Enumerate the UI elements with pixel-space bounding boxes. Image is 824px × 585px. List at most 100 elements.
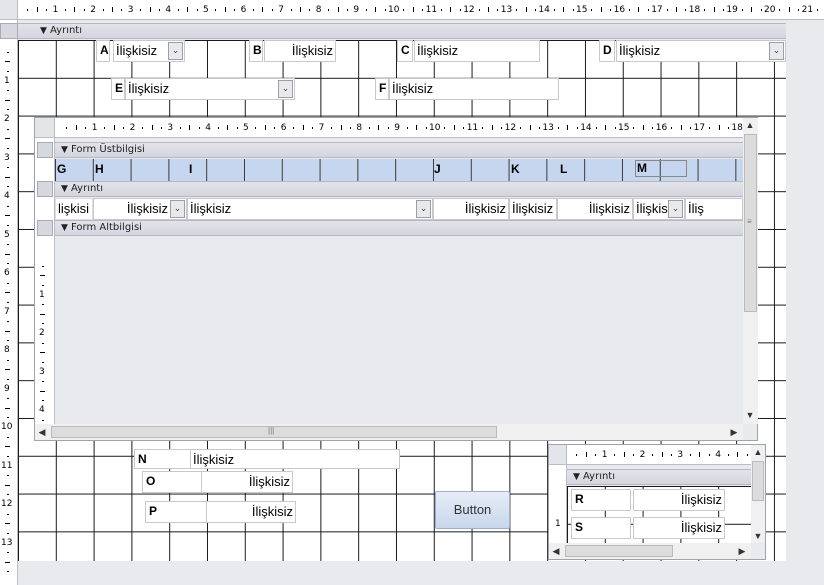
subform2-detail-band[interactable]: ▼ Ayrıntı <box>567 469 751 485</box>
label-e[interactable]: E <box>111 78 125 100</box>
ruler-tick <box>300 7 301 12</box>
ruler-tick <box>7 417 9 419</box>
subform-vertical-scrollbar[interactable]: ▲ ≡ ▼ <box>743 118 758 424</box>
header-selector[interactable] <box>37 142 53 158</box>
dropdown-arrow-icon[interactable]: ⌄ <box>170 200 185 218</box>
label-c[interactable]: C <box>397 40 413 62</box>
dropdown-arrow-icon[interactable]: ⌄ <box>278 80 293 98</box>
subform2-vertical-ruler[interactable]: 1 <box>549 465 567 543</box>
button[interactable]: Button <box>435 491 510 529</box>
dropdown-arrow-icon[interactable]: ⌄ <box>416 200 431 218</box>
form-footer-band[interactable]: ▼ Form Altbilgisi <box>55 220 743 236</box>
subform2-horizontal-ruler[interactable]: 1 2 3 4 <box>567 445 751 465</box>
section-collapse-icon: ▼ <box>61 223 68 233</box>
label-f[interactable]: F <box>375 78 389 100</box>
vertical-ruler[interactable]: 1 2 3 4 5 6 7 8 9 10 11 12 13 <box>0 20 18 585</box>
detail-field-6[interactable]: İlişkisiz <box>557 198 633 220</box>
detail-field-8[interactable]: İliş <box>685 198 743 220</box>
detail-combo-2[interactable]: İlişkisiz ⌄ <box>93 198 187 220</box>
combo-d[interactable]: İlişkisiz ⌄ <box>616 40 786 62</box>
detail-field-1[interactable]: lişkisi <box>55 198 93 220</box>
subform2-horizontal-scrollbar[interactable]: ◀ ▶ <box>549 543 751 559</box>
ruler-tick <box>189 125 191 130</box>
header-col-l[interactable]: L <box>560 162 567 176</box>
header-col-i[interactable]: I <box>189 162 192 176</box>
label-d[interactable]: D <box>599 40 615 62</box>
subform-detail-label: Ayrıntı <box>71 183 104 194</box>
ruler-tick <box>384 9 386 11</box>
subform-control[interactable]: 1 2 3 4 5 6 7 8 9 10 11 12 13 14 15 16 17 18 1234 ▼ Form Ü… <box>34 117 758 441</box>
vertical-scroll-thumb[interactable]: ≡ <box>744 134 757 312</box>
label-n[interactable]: N <box>134 449 192 469</box>
ruler-tick <box>340 125 342 130</box>
ruler-number: 18 <box>731 123 743 133</box>
ruler-number: 16 <box>655 123 668 133</box>
horizontal-ruler[interactable]: 1 2 3 4 5 6 7 8 9 10 11 12 13 14 15 16 17 18 19 20 21 <box>18 0 824 20</box>
textbox-n[interactable]: İlişkisiz <box>190 449 400 469</box>
subform-horizontal-ruler[interactable]: 1 2 3 4 5 6 7 8 9 10 11 12 13 14 15 16 17 18 <box>55 118 743 138</box>
scroll-right-icon[interactable]: ▶ <box>735 544 749 558</box>
textbox-b[interactable]: İlişkisiz <box>264 40 336 62</box>
detail-row[interactable]: lişkisi İlişkisiz ⌄ İlişkisiz ⌄ İlişkisiz … <box>55 198 743 220</box>
scroll-down-icon[interactable]: ▼ <box>751 529 765 543</box>
textbox-p[interactable]: İlişkisiz <box>206 501 296 523</box>
header-col-k[interactable]: K <box>511 162 520 176</box>
detail-combo-3[interactable]: İlişkisiz ⌄ <box>187 198 433 220</box>
label-s[interactable]: S <box>571 517 631 539</box>
scroll-left-icon[interactable]: ◀ <box>35 425 49 439</box>
ruler-tick <box>647 9 649 11</box>
subform2-horizontal-thumb[interactable] <box>565 545 673 557</box>
header-col-h[interactable]: H <box>95 162 104 176</box>
subform2-vertical-scrollbar[interactable]: ▲ ▼ <box>751 445 765 543</box>
label-r[interactable]: R <box>571 489 631 511</box>
scroll-left-icon[interactable]: ◀ <box>549 544 563 558</box>
detail-section-band[interactable]: ▼ Ayrıntı <box>18 23 786 39</box>
dropdown-arrow-icon[interactable]: ⌄ <box>168 42 183 60</box>
scroll-right-icon[interactable]: ▶ <box>727 425 741 439</box>
ruler-tick <box>7 571 9 573</box>
form-header-band[interactable]: ▼ Form Üstbilgisi <box>55 142 743 158</box>
ruler-tick <box>727 127 729 129</box>
ruler-tick <box>42 361 44 363</box>
header-col-j[interactable]: J <box>434 162 441 176</box>
detail-selector[interactable] <box>37 181 53 197</box>
textbox-f[interactable]: İlişkisiz <box>389 78 559 100</box>
horizontal-scroll-thumb[interactable]: ||| <box>51 426 497 438</box>
scroll-up-icon[interactable]: ▲ <box>743 118 757 132</box>
label-a[interactable]: A <box>96 40 110 62</box>
subform2-vertical-thumb[interactable] <box>752 461 764 501</box>
textbox-r[interactable]: İlişkisiz <box>633 489 725 511</box>
section-selector[interactable] <box>0 23 18 39</box>
subform-detail-band[interactable]: ▼ Ayrıntı <box>55 181 743 197</box>
combo-e[interactable]: İlişkisiz ⌄ <box>125 78 295 100</box>
ruler-tick <box>368 127 370 129</box>
label-p[interactable]: P <box>145 501 207 523</box>
subform-horizontal-scrollbar[interactable]: ◀ ||| ▶ <box>35 424 743 440</box>
label-b[interactable]: B <box>249 40 263 62</box>
ruler-tick <box>623 452 625 457</box>
footer-selector[interactable] <box>37 220 53 236</box>
dropdown-arrow-icon[interactable]: ⌄ <box>668 200 683 218</box>
label-o[interactable]: O <box>142 471 202 493</box>
ruler-number: 12 <box>504 123 517 133</box>
ruler-tick <box>7 378 9 380</box>
header-col-m[interactable]: M <box>635 160 687 177</box>
textbox-o[interactable]: İlişkisiz <box>201 471 293 493</box>
combo-a[interactable]: İlişkisiz ⌄ <box>113 40 185 62</box>
dropdown-arrow-icon[interactable]: ⌄ <box>769 42 784 60</box>
ruler-tick <box>7 128 9 130</box>
detail-combo-7[interactable]: İlişkisiz ⌄ <box>633 198 685 220</box>
ruler-tick <box>741 9 743 11</box>
ruler-tick <box>7 51 9 53</box>
scroll-down-icon[interactable]: ▼ <box>743 408 757 422</box>
detail-field-4[interactable]: İlişkisiz <box>433 198 509 220</box>
ruler-tick <box>614 454 616 456</box>
subform2-control[interactable]: 1234 1 ▼ Ayrıntı R İlişkisiz S İlişkisiz … <box>548 444 766 560</box>
scroll-up-icon[interactable]: ▲ <box>751 445 765 459</box>
detail-field-5[interactable]: İlişkisiz <box>509 198 557 220</box>
textbox-c[interactable]: İlişkisiz <box>414 40 540 62</box>
header-col-g[interactable]: G <box>57 162 66 176</box>
ruler-tick <box>535 9 536 11</box>
textbox-s[interactable]: İlişkisiz <box>633 517 725 539</box>
ruler-tick <box>36 7 38 12</box>
